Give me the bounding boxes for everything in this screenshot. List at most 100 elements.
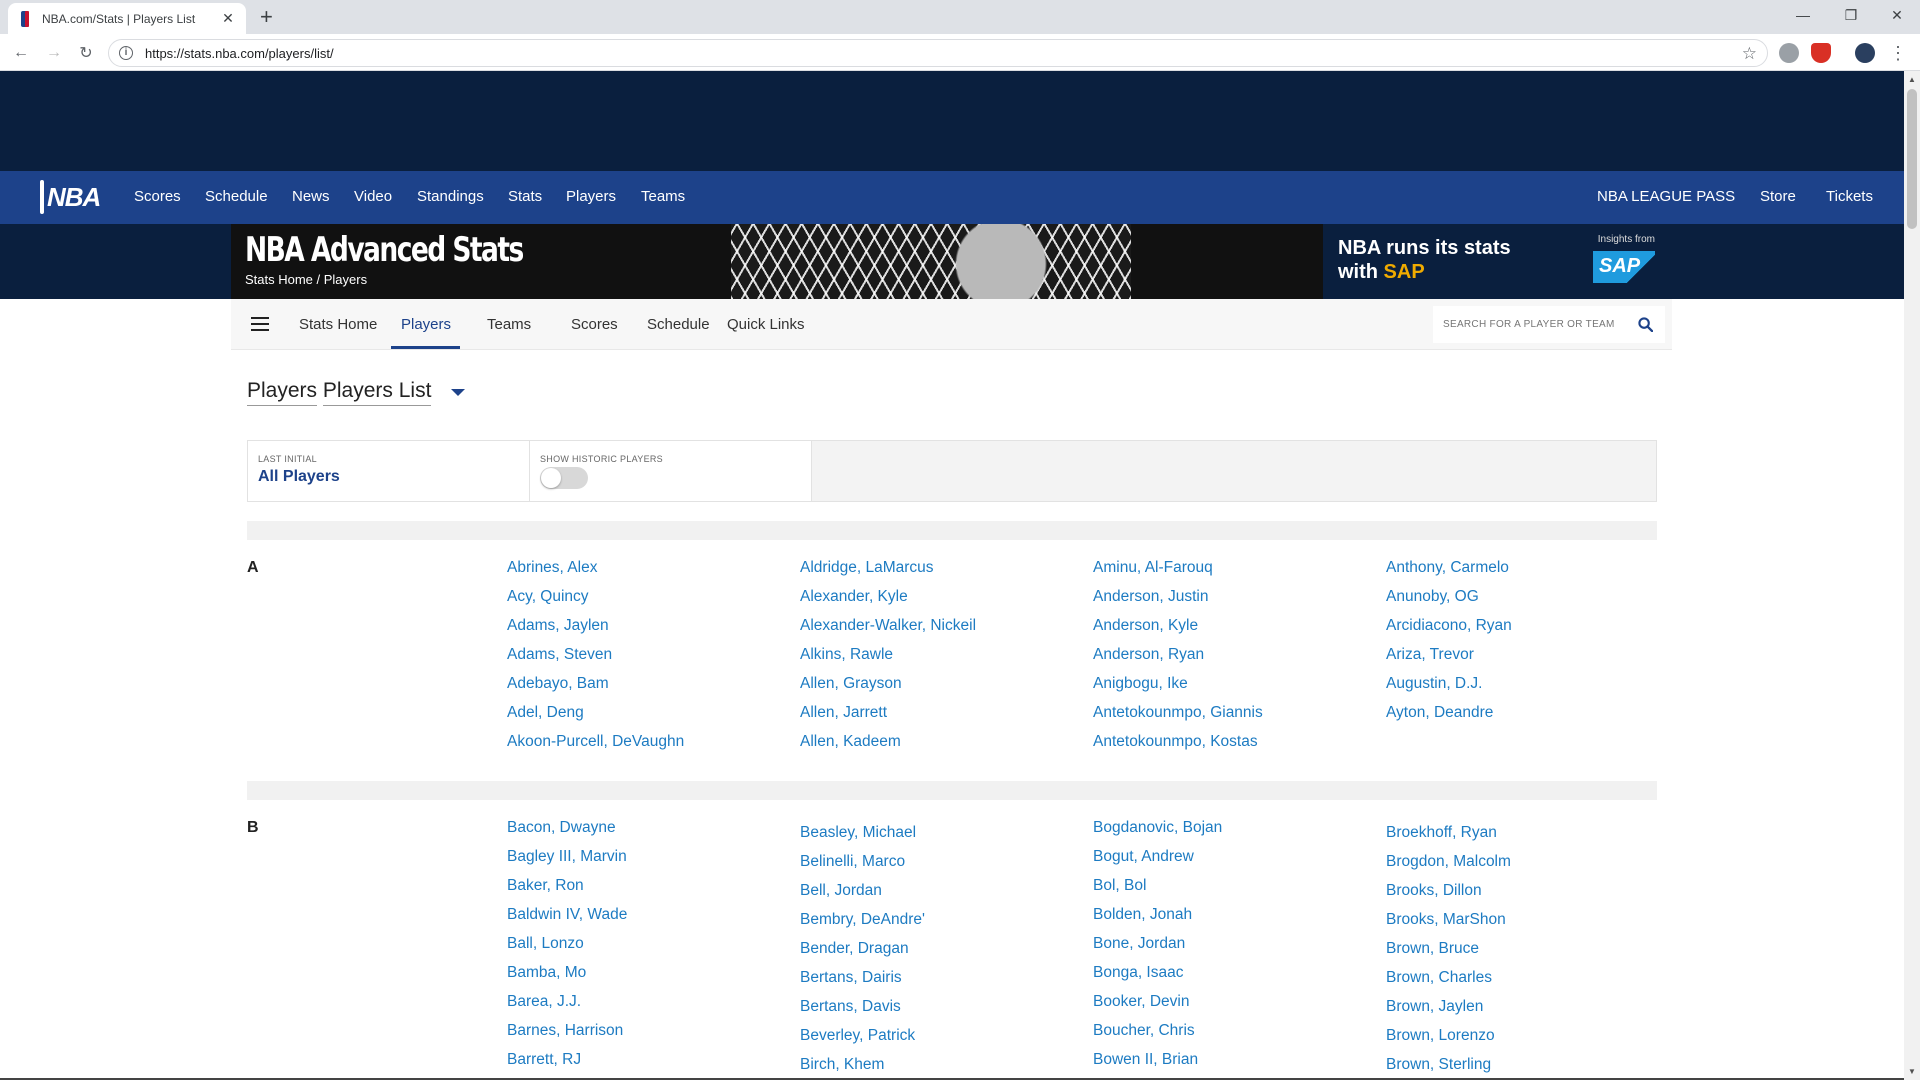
nav-league-pass[interactable]: NBA LEAGUE PASS [1597,188,1735,205]
player-link[interactable]: Ball, Lonzo [507,935,627,964]
player-link[interactable]: Brown, Jaylen [1386,998,1511,1027]
player-link[interactable]: Birch, Khem [800,1056,925,1085]
scroll-up-icon[interactable]: ▲ [1908,75,1916,84]
subnav-quick-links[interactable]: Quick Links [727,316,805,333]
player-link[interactable]: Bamba, Mo [507,964,627,993]
historic-players-toggle[interactable] [540,467,588,489]
page-scrollbar[interactable]: ▲ ▼ [1904,71,1920,1080]
player-link[interactable]: Adel, Deng [507,704,684,733]
forward-icon[interactable]: → [42,41,66,65]
player-link[interactable]: Allen, Kadeem [800,733,976,762]
player-link[interactable]: Brooks, Dillon [1386,882,1511,911]
subnav-scores[interactable]: Scores [571,316,618,333]
player-link[interactable]: Bone, Jordan [1093,935,1222,964]
reload-icon[interactable]: ↻ [74,41,98,65]
player-link[interactable]: Arcidiacono, Ryan [1386,617,1512,646]
player-link[interactable]: Ayton, Deandre [1386,704,1512,733]
player-link[interactable]: Aminu, Al-Farouq [1093,559,1263,588]
player-link[interactable]: Brown, Charles [1386,969,1511,998]
player-link[interactable]: Brown, Lorenzo [1386,1027,1511,1056]
player-link[interactable]: Adebayo, Bam [507,675,684,704]
subnav-schedule[interactable]: Schedule [647,316,710,333]
player-link[interactable]: Barnes, Harrison [507,1022,627,1051]
nba-logo[interactable]: NBA [40,179,101,215]
nav-stats[interactable]: Stats [508,188,542,205]
player-link[interactable]: Brown, Sterling [1386,1056,1511,1085]
player-link[interactable]: Bagley III, Marvin [507,848,627,877]
extension-icon[interactable] [1779,43,1799,63]
player-link[interactable]: Boucher, Chris [1093,1022,1222,1051]
player-link[interactable]: Anunoby, OG [1386,588,1512,617]
player-link[interactable]: Bogdanovic, Bojan [1093,819,1222,848]
player-link[interactable]: Brown, Bruce [1386,940,1511,969]
nav-video[interactable]: Video [354,188,392,205]
player-link[interactable]: Abrines, Alex [507,559,684,588]
nav-news[interactable]: News [292,188,330,205]
player-link[interactable]: Alkins, Rawle [800,646,976,675]
player-link[interactable]: Bogut, Andrew [1093,848,1222,877]
address-bar[interactable]: i https://stats.nba.com/players/list/ ☆ [108,39,1768,67]
player-link[interactable]: Bolden, Jonah [1093,906,1222,935]
profile-avatar[interactable] [1855,43,1875,63]
tab-close-icon[interactable]: ✕ [220,10,236,27]
player-link[interactable]: Akoon-Purcell, DeVaughn [507,733,684,762]
last-initial-value[interactable]: All Players [258,468,340,486]
minimize-icon[interactable]: — [1780,0,1826,30]
player-link[interactable]: Adams, Steven [507,646,684,675]
player-link[interactable]: Bembry, DeAndre' [800,911,925,940]
bookmark-star-icon[interactable]: ☆ [1742,44,1757,64]
player-link[interactable]: Bertans, Davis [800,998,925,1027]
player-link[interactable]: Anderson, Kyle [1093,617,1263,646]
player-link[interactable]: Baldwin IV, Wade [507,906,627,935]
player-link[interactable]: Ariza, Trevor [1386,646,1512,675]
player-link[interactable]: Anigbogu, Ike [1093,675,1263,704]
new-tab-icon[interactable]: + [260,6,273,28]
player-link[interactable]: Acy, Quincy [507,588,684,617]
nav-scores[interactable]: Scores [134,188,181,205]
player-link[interactable]: Alexander, Kyle [800,588,976,617]
player-link[interactable]: Anderson, Justin [1093,588,1263,617]
last-initial-filter[interactable]: LAST INITIAL All Players [248,441,530,501]
player-link[interactable]: Bonga, Isaac [1093,964,1222,993]
player-link[interactable]: Broekhoff, Ryan [1386,824,1511,853]
site-info-icon[interactable]: i [119,46,133,60]
shield-extension-icon[interactable] [1811,43,1831,63]
player-link[interactable]: Augustin, D.J. [1386,675,1512,704]
nav-store[interactable]: Store [1760,188,1796,205]
close-window-icon[interactable]: ✕ [1874,0,1920,30]
nav-standings[interactable]: Standings [417,188,484,205]
player-link[interactable]: Bowen II, Brian [1093,1051,1222,1080]
player-link[interactable]: Baker, Ron [507,877,627,906]
search-icon[interactable] [1638,317,1653,332]
player-link[interactable]: Brogdon, Malcolm [1386,853,1511,882]
search-input[interactable] [1443,319,1623,330]
player-link[interactable]: Bol, Bol [1093,877,1222,906]
subnav-teams[interactable]: Teams [487,316,531,333]
player-link[interactable]: Antetokounmpo, Giannis [1093,704,1263,733]
restore-icon[interactable]: ❐ [1828,0,1874,30]
player-link[interactable]: Barrett, RJ [507,1051,627,1080]
scroll-down-icon[interactable]: ▼ [1908,1067,1916,1076]
browser-tab[interactable]: NBA.com/Stats | Players List ✕ [8,3,246,34]
player-link[interactable]: Bacon, Dwayne [507,819,627,848]
player-link[interactable]: Allen, Grayson [800,675,976,704]
player-link[interactable]: Aldridge, LaMarcus [800,559,976,588]
player-team-search[interactable] [1433,306,1665,343]
player-link[interactable]: Barea, J.J. [507,993,627,1022]
subnav-stats-home[interactable]: Stats Home [299,316,377,333]
nav-tickets[interactable]: Tickets [1826,188,1873,205]
scrollbar-thumb[interactable] [1907,89,1917,229]
player-link[interactable]: Bell, Jordan [800,882,925,911]
player-link[interactable]: Bender, Dragan [800,940,925,969]
player-link[interactable]: Allen, Jarrett [800,704,976,733]
player-link[interactable]: Beverley, Patrick [800,1027,925,1056]
player-link[interactable]: Booker, Devin [1093,993,1222,1022]
subnav-players[interactable]: Players [401,316,451,333]
nav-schedule[interactable]: Schedule [205,188,268,205]
back-icon[interactable]: ← [9,41,33,65]
player-link[interactable]: Bertans, Dairis [800,969,925,998]
player-link[interactable]: Belinelli, Marco [800,853,925,882]
title-dropdown-caret-icon[interactable] [451,389,466,396]
banner-title[interactable]: NBA Advanced Stats [245,230,524,270]
player-link[interactable]: Anthony, Carmelo [1386,559,1512,588]
